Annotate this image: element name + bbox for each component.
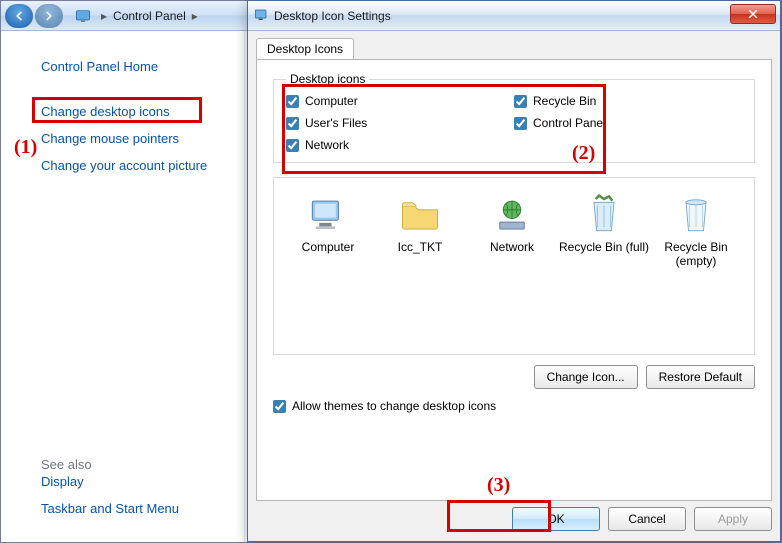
checkbox-network[interactable]: Network bbox=[286, 138, 514, 152]
change-icon-button[interactable]: Change Icon... bbox=[534, 365, 638, 389]
annotation-label-1: (1) bbox=[14, 136, 37, 159]
forward-button[interactable] bbox=[35, 4, 63, 28]
group-legend: Desktop icons bbox=[286, 72, 369, 86]
cancel-button[interactable]: Cancel bbox=[608, 507, 686, 531]
computer-icon bbox=[307, 194, 349, 236]
icon-preview-list[interactable]: Computer Icc_TKT Network Recycle Bin (fu… bbox=[273, 177, 755, 355]
checkbox-recycle-bin[interactable]: Recycle Bin bbox=[514, 94, 742, 108]
checkbox-allow-themes[interactable]: Allow themes to change desktop icons bbox=[273, 399, 755, 413]
restore-default-button[interactable]: Restore Default bbox=[646, 365, 755, 389]
annotation-label-2: (2) bbox=[572, 142, 595, 165]
back-button[interactable] bbox=[5, 4, 33, 28]
preview-users-files[interactable]: Icc_TKT bbox=[374, 190, 466, 354]
preview-recycle-full[interactable]: Recycle Bin (full) bbox=[558, 190, 650, 354]
ok-button[interactable]: OK bbox=[512, 507, 600, 531]
see-also-display-link[interactable]: Display bbox=[1, 468, 244, 495]
control-panel-icon bbox=[75, 8, 91, 24]
recycle-bin-empty-icon bbox=[676, 192, 716, 236]
desktop-icon-settings-dialog: Desktop Icon Settings Desktop Icons Desk… bbox=[247, 0, 781, 542]
dialog-icon bbox=[254, 8, 270, 24]
change-desktop-icons-link[interactable]: Change desktop icons bbox=[1, 98, 244, 125]
folder-icon bbox=[399, 194, 441, 236]
checkbox-control-panel[interactable]: Control Panel bbox=[514, 116, 742, 130]
preview-recycle-empty[interactable]: Recycle Bin (empty) bbox=[650, 190, 742, 354]
change-mouse-pointers-link[interactable]: Change mouse pointers bbox=[1, 125, 244, 152]
breadcrumb[interactable]: ▸ Control Panel ▸ bbox=[75, 8, 204, 24]
change-account-picture-link[interactable]: Change your account picture bbox=[1, 152, 244, 179]
checkbox-computer[interactable]: Computer bbox=[286, 94, 514, 108]
chevron-right-icon: ▸ bbox=[192, 9, 198, 23]
close-button[interactable] bbox=[730, 4, 776, 24]
see-also-taskbar-link[interactable]: Taskbar and Start Menu bbox=[1, 495, 244, 522]
recycle-bin-full-icon bbox=[584, 192, 624, 236]
annotation-label-3: (3) bbox=[487, 474, 510, 497]
network-icon bbox=[491, 194, 533, 236]
tab-desktop-icons[interactable]: Desktop Icons bbox=[256, 38, 354, 59]
tab-panel: Desktop icons Computer Recycle Bin User'… bbox=[256, 59, 772, 501]
dialog-titlebar[interactable]: Desktop Icon Settings bbox=[248, 1, 780, 31]
breadcrumb-label[interactable]: Control Panel bbox=[113, 9, 186, 23]
dialog-title: Desktop Icon Settings bbox=[274, 9, 391, 23]
desktop-icons-group: Desktop icons Computer Recycle Bin User'… bbox=[273, 72, 755, 163]
preview-network[interactable]: Network bbox=[466, 190, 558, 354]
apply-button[interactable]: Apply bbox=[694, 507, 772, 531]
control-panel-sidebar: Control Panel Home Change desktop icons … bbox=[1, 31, 245, 542]
control-panel-home-link[interactable]: Control Panel Home bbox=[1, 53, 244, 80]
preview-computer[interactable]: Computer bbox=[282, 190, 374, 354]
chevron-right-icon: ▸ bbox=[101, 9, 107, 23]
checkbox-users-files[interactable]: User's Files bbox=[286, 116, 514, 130]
